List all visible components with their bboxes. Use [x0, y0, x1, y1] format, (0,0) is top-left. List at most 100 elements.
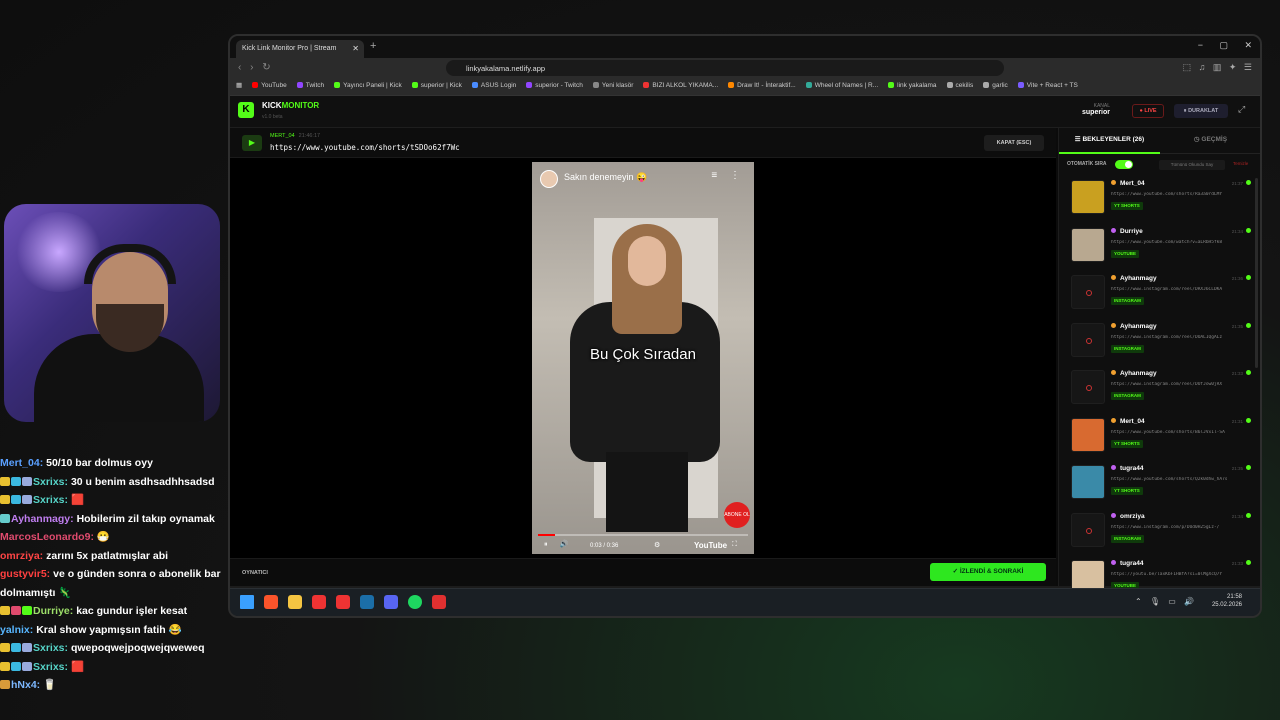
bookmark-item[interactable]: BIZI ALKOL YIKAMA...: [643, 82, 718, 89]
video-frame[interactable]: Sakın denemeyin 😜 ≡ ⋮ Bu Çok Sıradan ABO…: [532, 162, 754, 554]
bookmark-item[interactable]: ASUS Login: [471, 82, 516, 89]
play-icon[interactable]: ▶: [242, 135, 262, 151]
app-icon[interactable]: [432, 595, 446, 609]
queue-url[interactable]: https://www.instagram.com/reel/DUfJow0jR…: [1111, 382, 1247, 387]
queue-url[interactable]: https://www.youtube.com/shorts/Q2k0dhw_h…: [1111, 477, 1247, 482]
queue-item[interactable]: Mert_04 21:31 https://www.youtube.com/shor…: [1067, 416, 1255, 460]
webcam-feed: [4, 204, 220, 422]
video-menu-icons[interactable]: ≡ ⋮: [711, 170, 740, 181]
system-clock[interactable]: 21:58 25.02.2026: [1212, 593, 1242, 609]
queue-scrollbar[interactable]: [1255, 178, 1258, 368]
queue-item[interactable]: Ayhanmagy 21:36 https://www.instagram.com/…: [1067, 273, 1255, 317]
channel-avatar[interactable]: [540, 170, 558, 188]
queue-item[interactable]: tugra44 21:35 https://www.youtube.com/shor…: [1067, 463, 1255, 507]
close-button[interactable]: KAPAT (ESC): [984, 135, 1044, 151]
volume-icon[interactable]: 🔊: [559, 541, 568, 548]
bookmark-item[interactable]: Yeni klasör: [592, 82, 633, 89]
folder-icon[interactable]: [288, 595, 302, 609]
window-controls[interactable]: − ▢ ✕: [1198, 40, 1252, 51]
chat-username[interactable]: Ayhanmagy:: [11, 513, 74, 525]
chat-username[interactable]: Sxrixs:: [33, 494, 68, 506]
queue-url[interactable]: https://www.instagram.com/reel/DOALIQgAL…: [1111, 335, 1247, 340]
chat-username[interactable]: omrziya:: [0, 550, 43, 562]
queue-url[interactable]: https://www.youtube.com/watch?v=aLRbH5fk…: [1111, 240, 1247, 245]
settings-icon[interactable]: ⚙: [654, 541, 660, 549]
current-user: MERT_04 21:46:17: [270, 133, 320, 139]
bookmark-item[interactable]: YouTube: [252, 82, 287, 89]
queue-item[interactable]: Ayhanmagy 21:35 https://www.instagram.com/…: [1067, 321, 1255, 365]
start-icon[interactable]: [240, 595, 254, 609]
chat-username[interactable]: Sxrixs:: [33, 642, 68, 654]
bookmark-item[interactable]: Yayıncı Paneli | Kick: [334, 82, 402, 89]
chat-username[interactable]: Durriye:: [33, 605, 73, 617]
live-button[interactable]: ● LIVE: [1132, 104, 1164, 118]
video-progress[interactable]: [538, 534, 748, 536]
queue-item[interactable]: omrziya 21:34 https://www.instagram.com/p/…: [1067, 511, 1255, 555]
bookmark-item[interactable]: cekilis: [946, 82, 973, 89]
queue-item[interactable]: Durriye 21:34 https://www.youtube.com/watc…: [1067, 226, 1255, 270]
bookmark-item[interactable]: Vite + React + TS: [1017, 82, 1078, 89]
pin-icon[interactable]: [312, 595, 326, 609]
chat-username[interactable]: yalnix:: [0, 624, 33, 636]
popout-icon[interactable]: ⤢: [1238, 104, 1245, 115]
tab-waiting[interactable]: ☰ BEKLEYENLER (26): [1059, 128, 1160, 154]
nav-buttons[interactable]: ‹ › ↻: [238, 62, 271, 73]
platform-tag: INSTAGRAM: [1111, 297, 1144, 305]
new-tab-icon[interactable]: +: [370, 40, 376, 52]
queue-user: tugra44: [1111, 465, 1143, 472]
chat-username[interactable]: Sxrixs:: [33, 476, 68, 488]
chat-username[interactable]: Sxrixs:: [33, 661, 68, 673]
bookmark-item[interactable]: Wheel of Names | R...: [805, 82, 878, 89]
close-tab-icon[interactable]: ✕: [352, 44, 359, 53]
apps-grid-icon[interactable]: ▦: [236, 81, 242, 89]
stream-scene: Mert_04: 50/10 bar dolmus oyy Sxrixs: 30 …: [0, 0, 1280, 720]
queue-url[interactable]: https://www.instagram.com/reel/DRXJ6CLDK…: [1111, 287, 1247, 292]
queue-item[interactable]: Mert_04 21:37 https://www.youtube.com/shor…: [1067, 178, 1255, 222]
chat-username[interactable]: Mert_04:: [0, 457, 43, 469]
chat-username[interactable]: hNx4:: [11, 679, 40, 691]
queue-user: tugra44: [1111, 560, 1143, 567]
pause-label: DURAKLAT: [1188, 108, 1219, 114]
bookmark-item[interactable]: superior | Kick: [411, 82, 462, 89]
queue-url[interactable]: https://www.youtube.com/shorts/B6lJVx1l-…: [1111, 430, 1247, 435]
clear-button[interactable]: Temizle: [1233, 161, 1248, 166]
tab-history[interactable]: ◷ GEÇMİŞ: [1160, 128, 1260, 154]
user-dot-icon: [1111, 322, 1116, 328]
queue-item[interactable]: Ayhanmagy 21:33 https://www.instagram.com/…: [1067, 368, 1255, 412]
chat-message: Ayhanmagy: Hobilerim zil takıp oynamak: [0, 510, 226, 529]
platform-tag: YOUTUBE: [1111, 249, 1140, 258]
player-footer: OYNATICI ✓ İZLENDİ & SONRAKİ: [230, 558, 1056, 586]
kick-app-icon[interactable]: [336, 595, 350, 609]
brave-icon[interactable]: [264, 595, 278, 609]
chat-username[interactable]: gustyvir5:: [0, 568, 50, 580]
queue-url[interactable]: https://www.youtube.com/shorts/Ra3a0rdLM…: [1111, 192, 1247, 197]
youtube-logo[interactable]: YouTube: [694, 541, 727, 550]
watched-next-button[interactable]: ✓ İZLENDİ & SONRAKİ: [930, 563, 1046, 581]
platform-tag: INSTAGRAM: [1111, 534, 1144, 543]
auto-queue-toggle[interactable]: [1115, 160, 1133, 169]
spotify-icon[interactable]: [408, 595, 422, 609]
browser-tab[interactable]: Kick Link Monitor Pro | Stream ✕: [236, 40, 364, 58]
steam-icon[interactable]: [360, 595, 374, 609]
queue-url[interactable]: https://youtu.be/laxKbF1HBfA?si=0lMgXcQ7…: [1111, 572, 1247, 577]
bookmark-item[interactable]: Draw It! - İnteraktif...: [728, 82, 796, 89]
bookmark-item[interactable]: link yakalama: [888, 82, 937, 89]
current-link[interactable]: https://www.youtube.com/shorts/tSDOo62f7…: [270, 143, 460, 152]
tray-icons[interactable]: ⌃ 🎙 ▭ 🔊: [1135, 597, 1194, 606]
bookmark-item[interactable]: Twitch: [296, 82, 324, 89]
extension-icons[interactable]: ⬚ ♫ ▥ ✦ ☰: [1183, 62, 1252, 73]
pause-icon[interactable]: ⏸: [544, 541, 548, 548]
chat-username[interactable]: MarcosLeonardo9:: [0, 531, 94, 543]
current-time: 21:46:17: [298, 133, 321, 139]
bookmark-item[interactable]: superior - Twitch: [526, 82, 583, 89]
subscribe-badge[interactable]: ABONE OL: [724, 502, 750, 528]
discord-icon[interactable]: [384, 595, 398, 609]
fullscreen-icon[interactable]: ⛶: [732, 541, 737, 549]
bookmark-item[interactable]: garlic: [983, 82, 1008, 89]
url-field[interactable]: linkyakalama.netlify.app: [446, 60, 1004, 76]
queue-url[interactable]: https://www.instagram.com/p/DUd0H25gLz-/: [1111, 525, 1247, 530]
mark-all-button[interactable]: Tümünü Okundu Say: [1159, 160, 1225, 170]
queue-time: 21:36: [1231, 276, 1243, 281]
player-label: OYNATICI: [242, 570, 268, 576]
pause-button[interactable]: ⏸ DURAKLAT: [1174, 104, 1228, 118]
